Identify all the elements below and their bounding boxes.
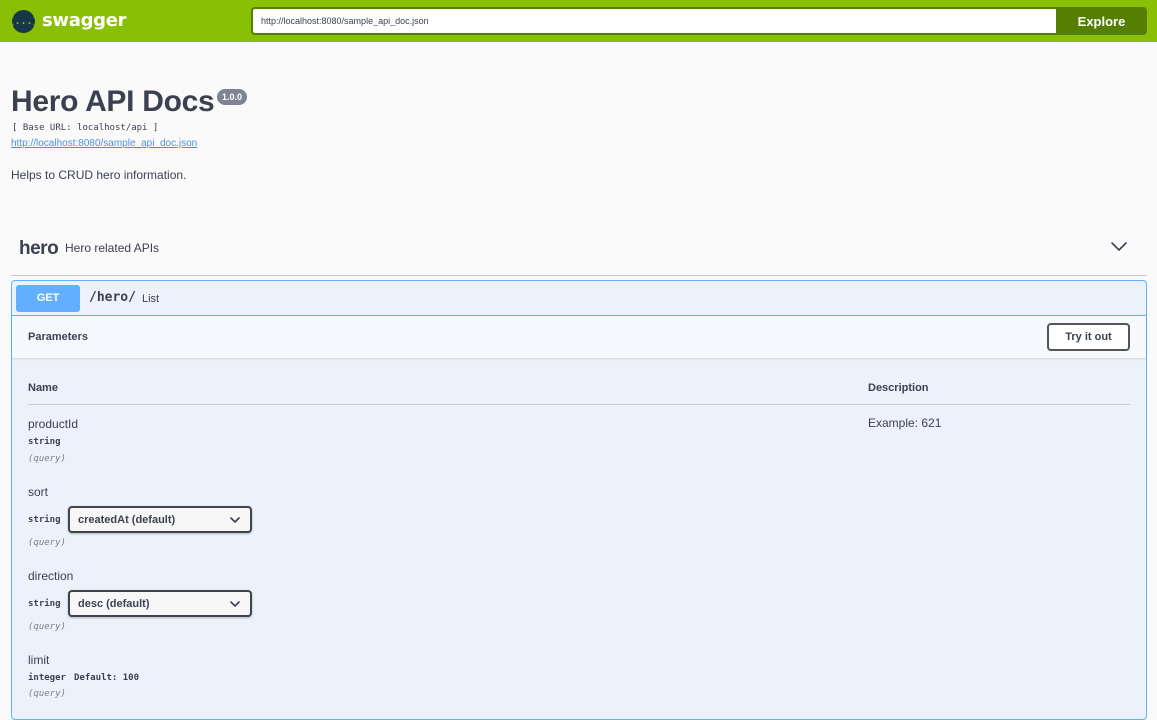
column-divider xyxy=(28,404,1130,405)
param-type: string xyxy=(28,437,61,447)
sort-select-value: createdAt (default) xyxy=(78,514,176,526)
swagger-logo-icon: {...} xyxy=(8,9,39,33)
parameters-header: Parameters Try it out xyxy=(12,316,1146,358)
param-description: Example: 621 xyxy=(868,416,942,430)
topbar: {...} swagger Explore xyxy=(0,0,1157,42)
tag-hero-header[interactable]: hero Hero related APIs xyxy=(11,226,1147,276)
param-in: (query) xyxy=(28,689,66,699)
operation-summary: List xyxy=(142,293,160,305)
try-it-out-button[interactable]: Try it out xyxy=(1047,323,1130,351)
api-description: Helps to CRUD hero information. xyxy=(11,168,187,182)
param-default: Default: 100 xyxy=(74,673,140,683)
column-header-description: Description xyxy=(868,382,929,394)
column-header-name: Name xyxy=(28,382,58,394)
opblock-get-hero: GET /hero/ List Parameters Try it out Na… xyxy=(11,280,1147,720)
direction-select-value: desc (default) xyxy=(78,598,150,610)
swagger-logo-text: swagger xyxy=(42,10,127,31)
param-type: string xyxy=(28,599,61,609)
tag-description: Hero related APIs xyxy=(65,241,160,255)
explore-button[interactable]: Explore xyxy=(1056,7,1147,35)
swagger-logo[interactable]: {...} swagger xyxy=(8,9,127,33)
chevron-down-icon[interactable] xyxy=(1109,239,1129,255)
page-title: Hero API Docs xyxy=(11,85,215,118)
param-name-direction: direction xyxy=(28,569,74,583)
param-in: (query) xyxy=(28,454,66,464)
param-name-sort: sort xyxy=(28,485,49,499)
param-name-productId: productId xyxy=(28,417,79,431)
spec-url-input[interactable] xyxy=(251,7,1056,35)
base-url: [ Base URL: localhost/api ] xyxy=(12,123,159,133)
param-in: (query) xyxy=(28,622,66,632)
spec-link[interactable]: http://localhost:8080/sample_api_doc.jso… xyxy=(11,138,197,150)
param-in: (query) xyxy=(28,538,66,548)
param-type: integer xyxy=(28,673,66,683)
operation-path: /hero/ xyxy=(89,290,136,305)
method-badge: GET xyxy=(16,285,80,312)
version-badge: 1.0.0 xyxy=(217,89,248,105)
param-type: string xyxy=(28,515,61,525)
chevron-down-icon xyxy=(230,517,240,523)
parameters-title: Parameters xyxy=(28,331,88,343)
sort-select[interactable]: createdAt (default) xyxy=(68,506,252,533)
param-name-limit: limit xyxy=(28,653,50,667)
opblock-summary[interactable]: GET /hero/ List xyxy=(12,281,1146,316)
direction-select[interactable]: desc (default) xyxy=(68,590,252,617)
tag-name: hero xyxy=(19,238,59,259)
chevron-down-icon xyxy=(230,601,240,607)
